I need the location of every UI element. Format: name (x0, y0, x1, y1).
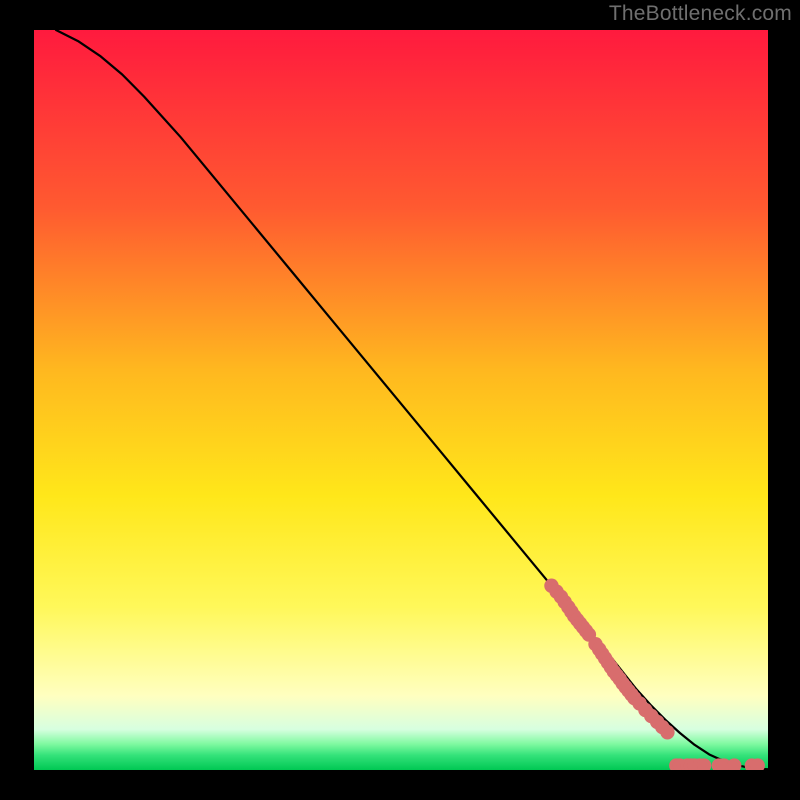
chart-plot-area (34, 30, 768, 770)
watermark-text: TheBottleneck.com (609, 2, 792, 26)
chart-frame: TheBottleneck.com (0, 0, 800, 800)
gradient-background (34, 30, 768, 770)
chart-svg (34, 30, 768, 770)
data-marker (660, 725, 674, 739)
